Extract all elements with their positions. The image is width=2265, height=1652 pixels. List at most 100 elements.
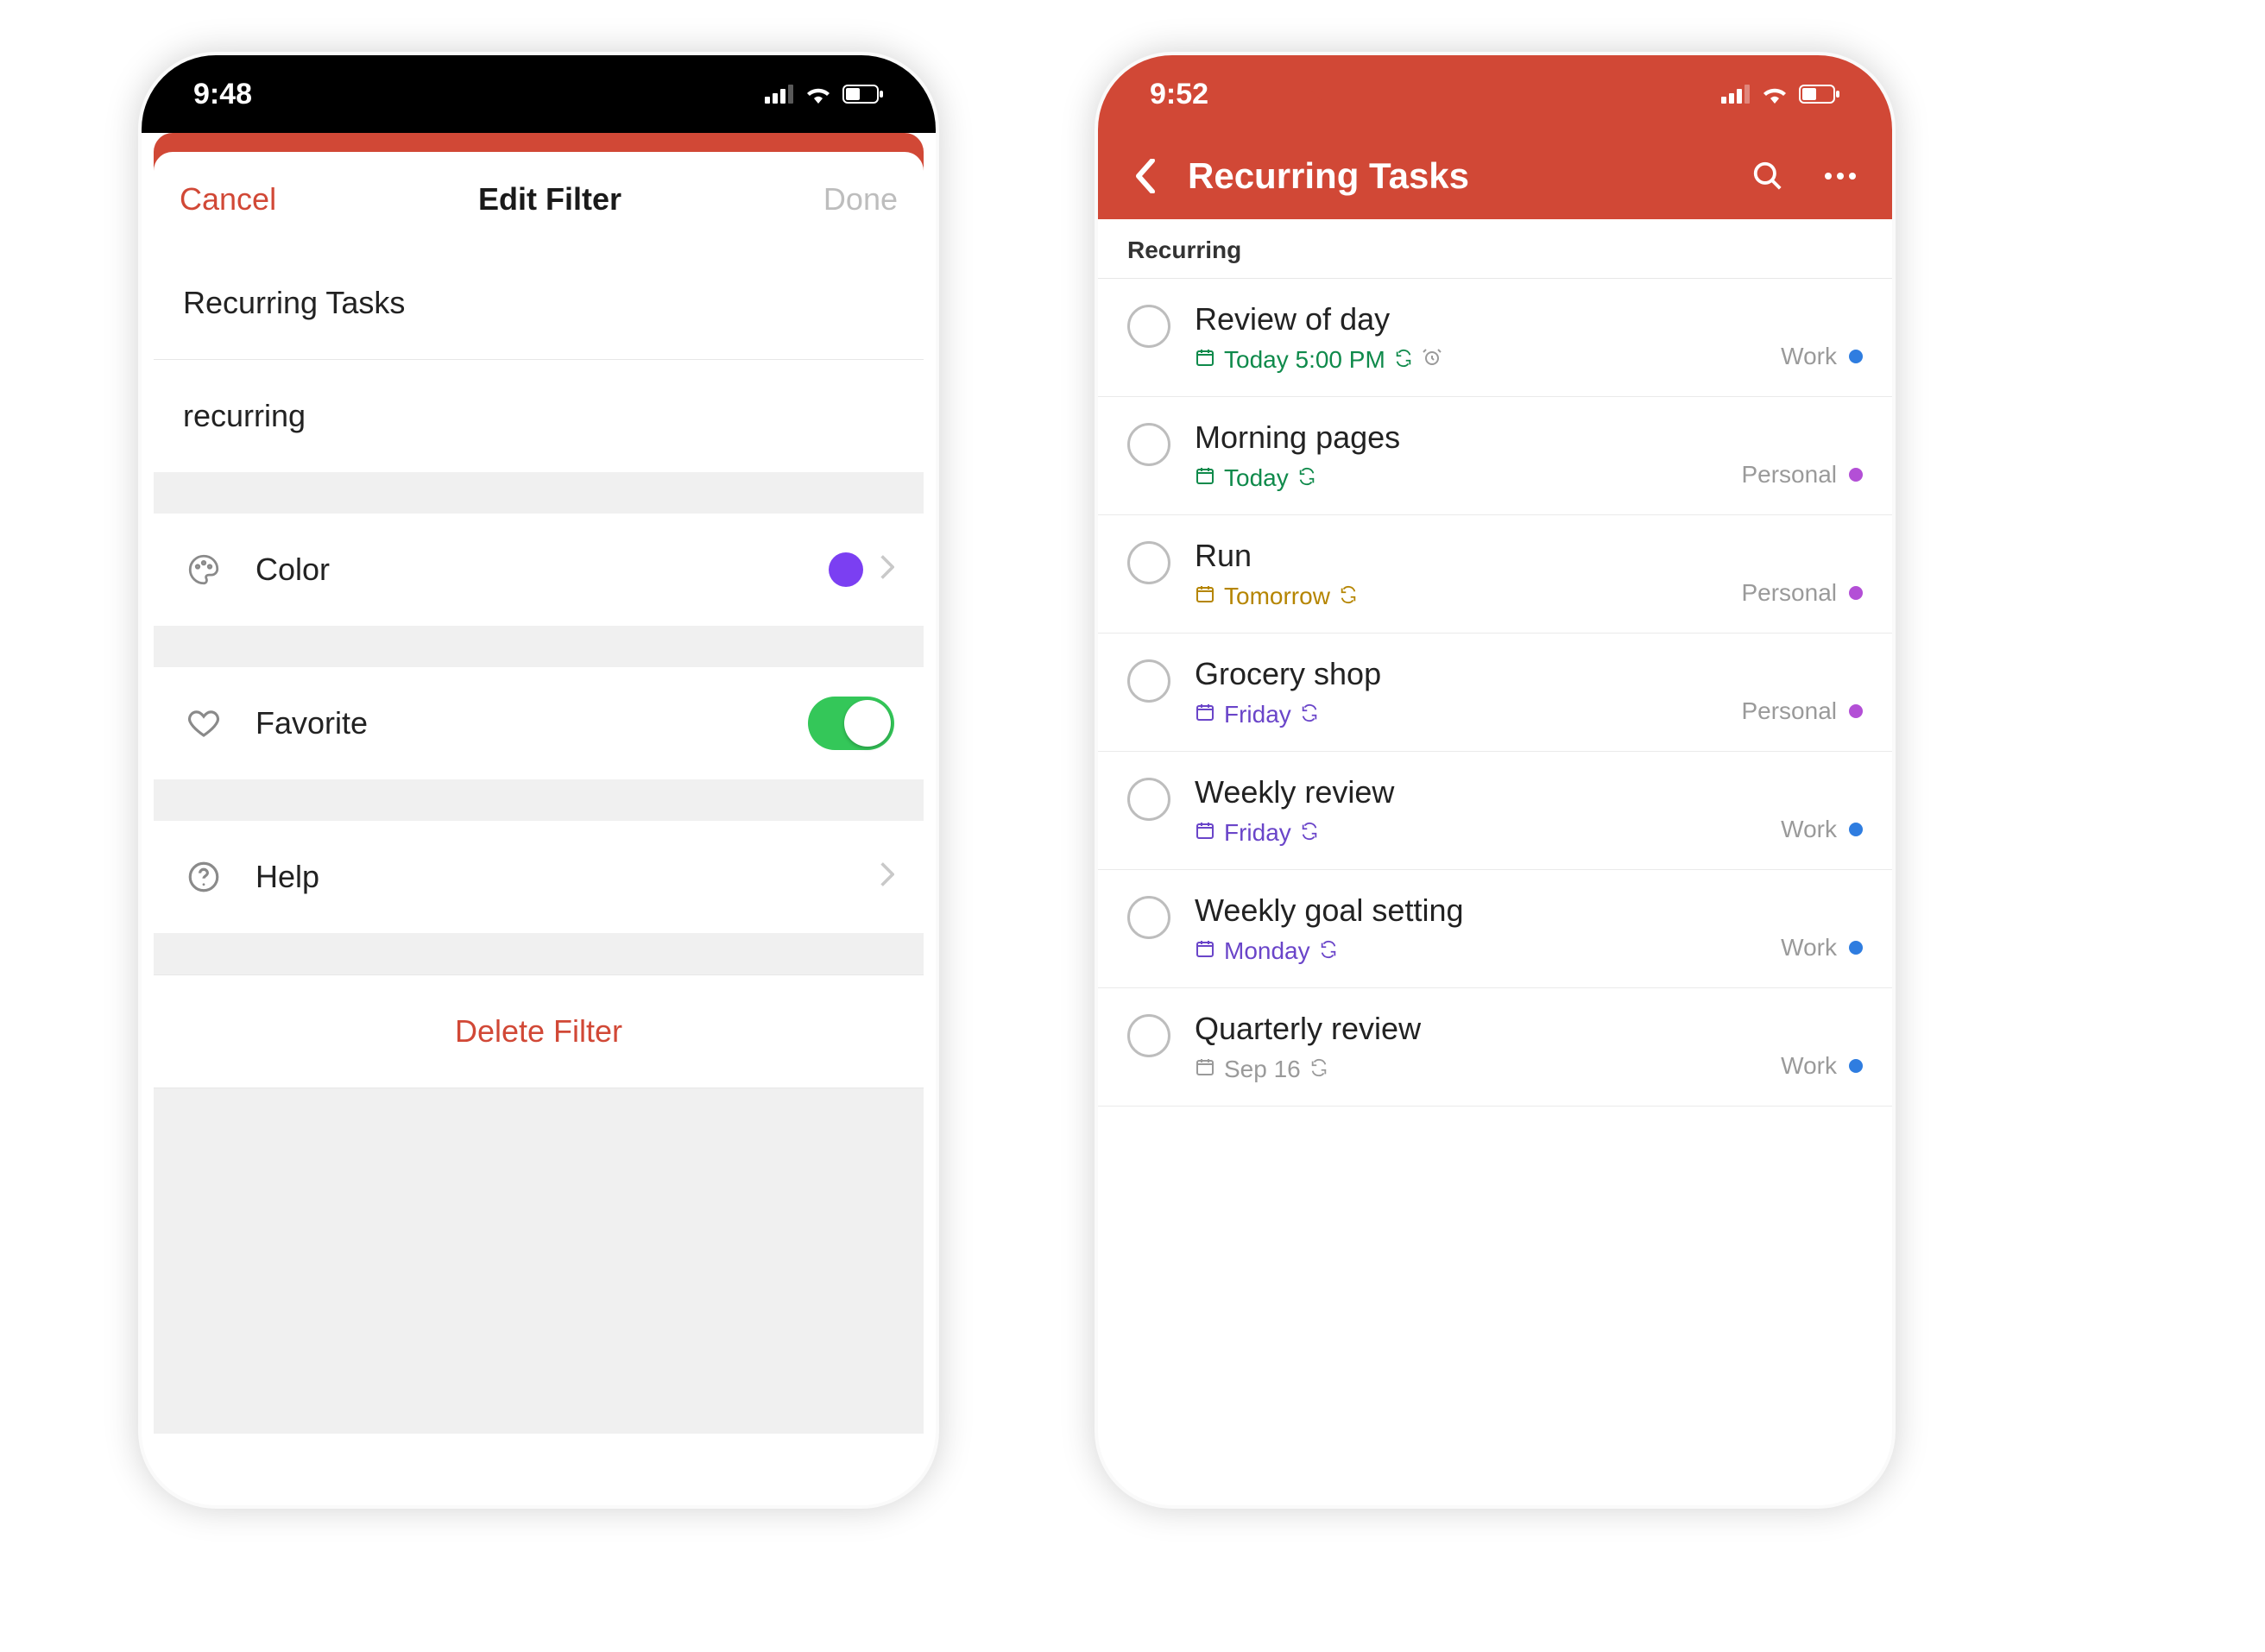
task-date: Tomorrow [1224,583,1330,610]
chevron-left-icon [1134,159,1157,193]
more-button[interactable] [1814,170,1866,182]
task-row[interactable]: Weekly review Friday Work [1098,752,1892,870]
task-row[interactable]: Grocery shop Friday Personal [1098,634,1892,752]
phone-edit-filter: 9:48 Cancel Edit Filter Done Recurring T… [138,52,939,1509]
filter-query-value: recurring [183,398,306,434]
palette-icon [183,552,224,588]
recurring-icon [1394,346,1413,374]
task-name: Run [1195,538,1741,574]
task-name: Grocery shop [1195,656,1741,692]
more-icon [1821,170,1859,182]
delete-filter-button[interactable]: Delete Filter [154,974,924,1088]
filter-query-field[interactable]: recurring [154,360,924,472]
task-date: Friday [1224,701,1291,728]
status-time: 9:48 [193,78,252,111]
calendar-icon [1195,464,1215,492]
project-color-dot [1849,468,1863,482]
chevron-right-icon [879,552,894,588]
wifi-icon [804,85,832,104]
recurring-icon [1339,583,1358,610]
back-button[interactable] [1124,159,1167,193]
cellular-icon [1721,85,1751,104]
calendar-icon [1195,819,1215,847]
heart-icon [183,705,224,741]
task-date: Sep 16 [1224,1056,1301,1083]
status-icons [1721,85,1840,104]
task-row[interactable]: Quarterly review Sep 16 Work [1098,988,1892,1107]
project-color-dot [1849,1059,1863,1073]
task-row[interactable]: Morning pages TodayPersonal [1098,397,1892,515]
search-icon [1751,160,1784,192]
cancel-button[interactable]: Cancel [180,181,276,218]
status-icons [765,85,884,104]
task-name: Weekly goal setting [1195,892,1781,929]
task-schedule: Today [1195,464,1741,492]
task-checkbox[interactable] [1127,659,1170,703]
search-button[interactable] [1742,160,1794,192]
task-schedule: Today 5:00 PM [1195,346,1781,374]
recurring-icon [1309,1056,1328,1083]
project-name: Work [1781,1052,1837,1080]
phone-recurring-tasks: 9:52 Recurring Tasks Recurring Review of… [1095,52,1896,1509]
task-row[interactable]: Weekly goal setting Monday Work [1098,870,1892,988]
calendar-icon [1195,937,1215,965]
edit-filter-sheet: Cancel Edit Filter Done Recurring Tasks … [154,152,924,1434]
task-project[interactable]: Work [1781,1052,1863,1083]
task-checkbox[interactable] [1127,541,1170,584]
task-checkbox[interactable] [1127,1014,1170,1057]
device-notch [1305,55,1685,105]
sheet-title: Edit Filter [478,181,621,218]
help-label: Help [256,859,319,895]
task-project[interactable]: Work [1781,816,1863,847]
sheet-body: Recurring Tasks recurring Color [154,247,924,1434]
task-list[interactable]: Review of day Today 5:00 PM Work Morning pa… [1098,279,1892,1107]
task-name: Quarterly review [1195,1011,1781,1047]
help-icon [183,859,224,895]
task-name: Weekly review [1195,774,1781,810]
task-date: Monday [1224,937,1310,965]
task-project[interactable]: Work [1781,934,1863,965]
favorite-toggle[interactable] [808,697,894,750]
calendar-icon [1195,583,1215,610]
task-row[interactable]: Review of day Today 5:00 PM Work [1098,279,1892,397]
favorite-row[interactable]: Favorite [154,667,924,779]
project-name: Personal [1741,579,1837,607]
task-project[interactable]: Personal [1741,579,1863,610]
task-checkbox[interactable] [1127,423,1170,466]
project-name: Work [1781,934,1837,962]
filter-name-field[interactable]: Recurring Tasks [154,247,924,360]
task-checkbox[interactable] [1127,896,1170,939]
project-color-dot [1849,704,1863,718]
device-notch [349,55,729,105]
done-button[interactable]: Done [823,181,898,218]
calendar-icon [1195,346,1215,374]
task-project[interactable]: Work [1781,343,1863,374]
task-checkbox[interactable] [1127,778,1170,821]
battery-icon [1799,85,1840,104]
chevron-right-icon [879,859,894,895]
section-title: Recurring [1127,236,1241,263]
task-row[interactable]: Run Tomorrow Personal [1098,515,1892,634]
section-header: Recurring [1098,219,1892,279]
task-date: Today 5:00 PM [1224,346,1385,374]
favorite-label: Favorite [256,705,368,741]
task-date: Friday [1224,819,1291,847]
app-header: Recurring Tasks [1098,133,1892,219]
task-project[interactable]: Personal [1741,461,1863,492]
color-swatch [829,552,863,587]
cellular-icon [765,85,794,104]
task-checkbox[interactable] [1127,305,1170,348]
recurring-icon [1300,819,1319,847]
recurring-icon [1319,937,1338,965]
help-row[interactable]: Help [154,821,924,933]
task-name: Review of day [1195,301,1781,337]
task-name: Morning pages [1195,419,1741,456]
task-project[interactable]: Personal [1741,697,1863,728]
project-color-dot [1849,823,1863,836]
color-row[interactable]: Color [154,514,924,626]
project-name: Personal [1741,461,1837,489]
calendar-icon [1195,1056,1215,1083]
project-color-dot [1849,350,1863,363]
status-time: 9:52 [1150,78,1208,111]
alarm-icon [1422,346,1442,374]
